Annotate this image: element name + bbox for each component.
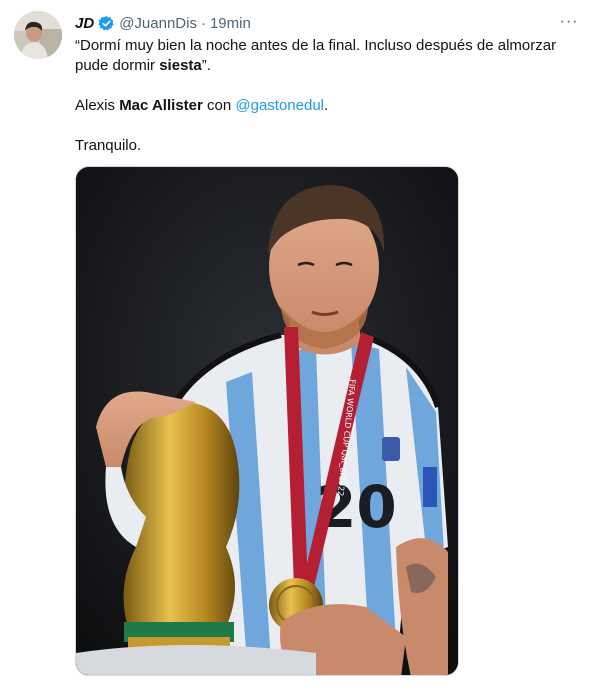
tweet-paragraph-2: Alexis Mac Allister con @gastonedul. bbox=[75, 96, 575, 116]
tweet-paragraph-1: “Dormí muy bien la noche antes de la fin… bbox=[75, 36, 575, 76]
tweet-text: “Dormí muy bien la noche antes de la fin… bbox=[75, 36, 575, 156]
author-name[interactable]: JD bbox=[75, 15, 94, 32]
author-handle[interactable]: @JuannDis bbox=[119, 15, 197, 32]
quote-text: “Dormí muy bien la noche antes de la fin… bbox=[75, 37, 557, 74]
quote-close: ”. bbox=[201, 57, 211, 74]
quote-bold-word: siesta bbox=[159, 57, 202, 74]
more-options-icon[interactable]: ··· bbox=[558, 12, 580, 32]
header-separator: · bbox=[200, 14, 206, 32]
tweet-timestamp[interactable]: 19min bbox=[210, 15, 251, 32]
mention-link[interactable]: @gastonedul bbox=[235, 97, 324, 114]
p2-prefix: Alexis bbox=[75, 97, 120, 114]
tweet[interactable]: JD @JuannDis · 19min ··· “Dormí muy bien… bbox=[0, 0, 594, 687]
avatar-image bbox=[14, 11, 62, 59]
verified-badge-icon bbox=[98, 15, 115, 32]
p2-bold-name: Mac Allister bbox=[119, 97, 203, 114]
photo-player-with-trophy: 20 FIFA WORLD CUP Qat_ar2022 bbox=[76, 167, 458, 675]
tweet-paragraph-3: Tranquilo. bbox=[75, 137, 142, 154]
tweet-header: JD @JuannDis · 19min bbox=[75, 12, 251, 34]
tweet-photo[interactable]: 20 FIFA WORLD CUP Qat_ar2022 bbox=[75, 166, 459, 676]
p2-suffix: . bbox=[324, 97, 329, 114]
avatar[interactable] bbox=[14, 11, 62, 59]
p2-mid: con bbox=[202, 97, 236, 114]
